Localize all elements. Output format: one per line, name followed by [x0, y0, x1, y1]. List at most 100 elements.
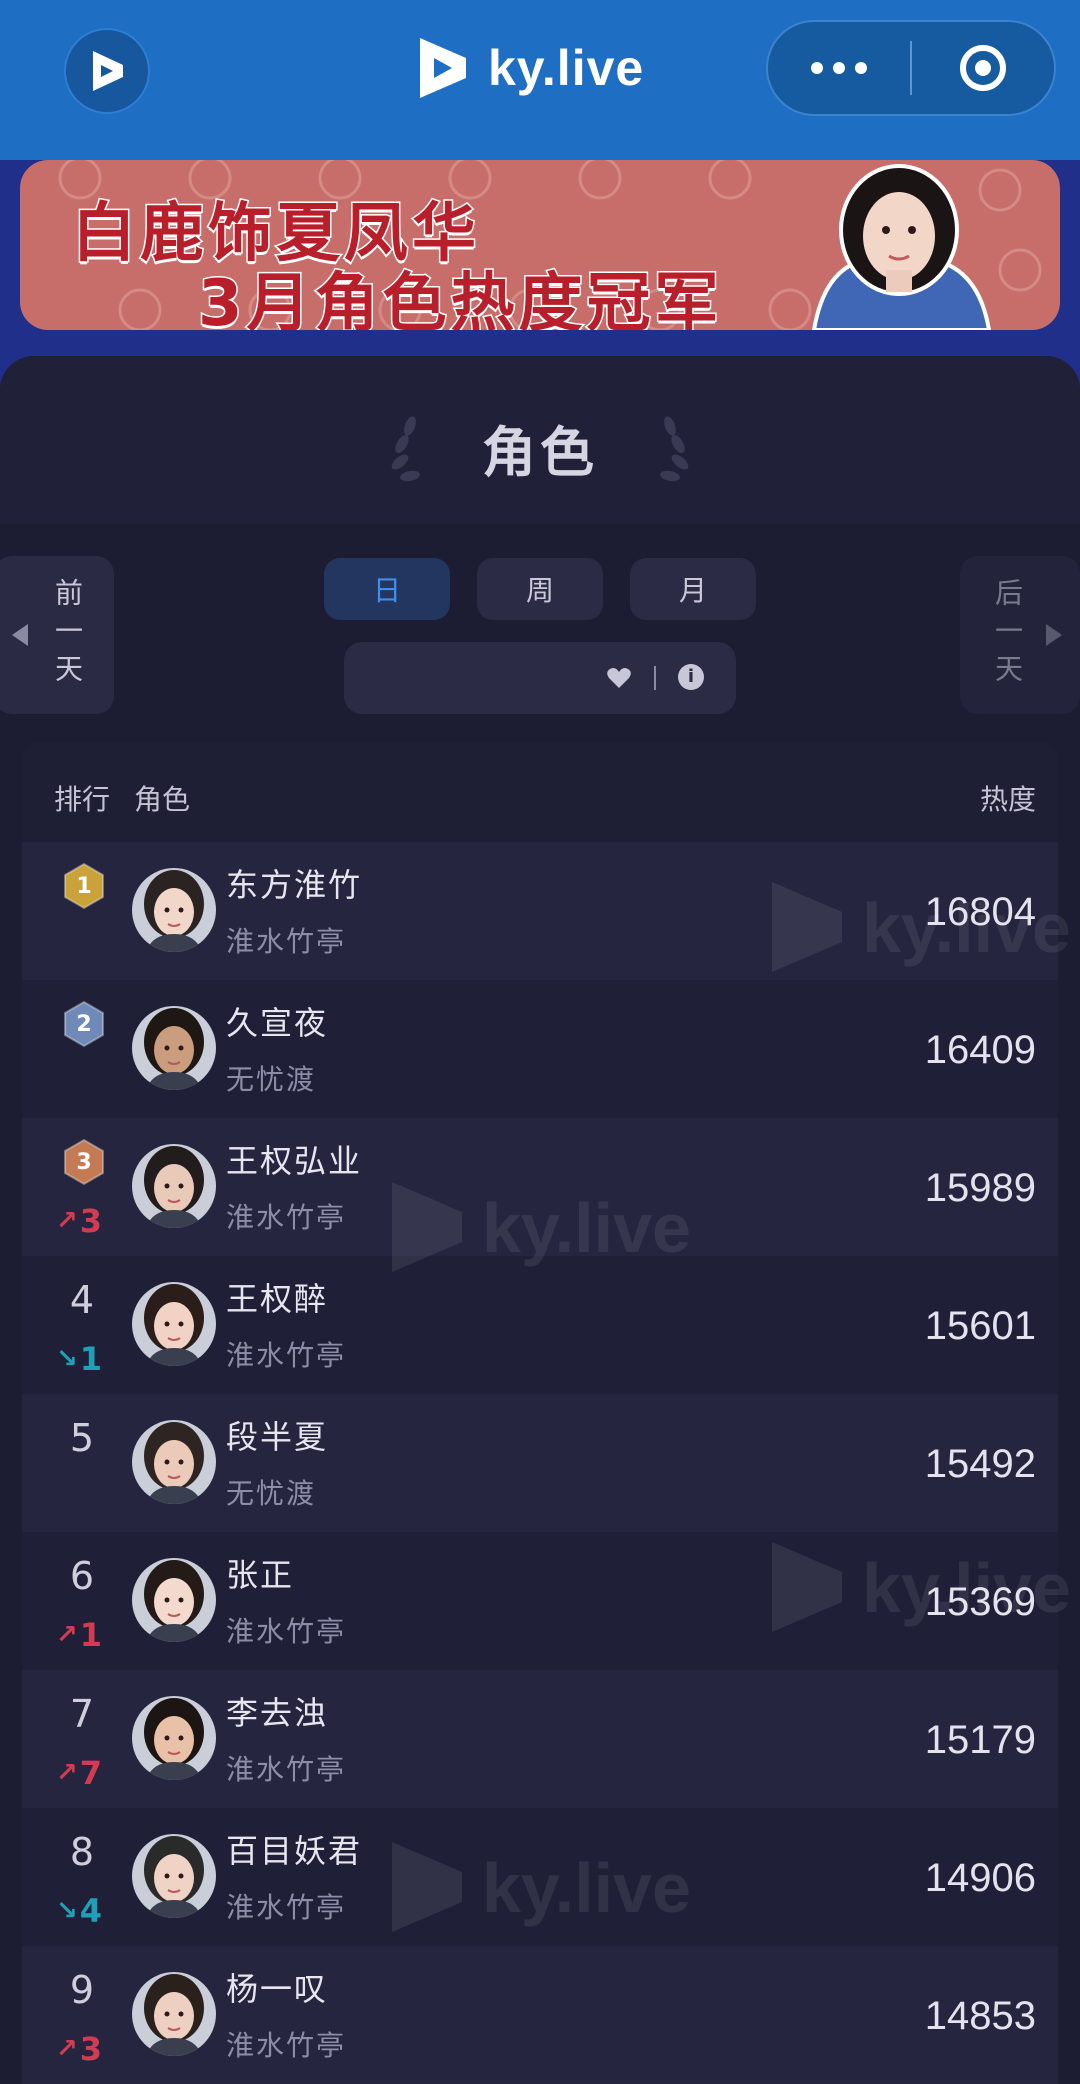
- role-name: 王权醉: [226, 1280, 329, 1318]
- rank-change-value: 7: [79, 1754, 103, 1792]
- prev-day-button[interactable]: 前一天: [0, 556, 114, 714]
- avatar: [132, 1972, 216, 2056]
- top-bar: ky.live: [0, 0, 1080, 160]
- more-dots-icon: [811, 62, 867, 74]
- table-header: 排行 角色 热度: [22, 742, 1058, 842]
- arrow-up-icon: ↗: [56, 2034, 78, 2064]
- rank-change-value: 3: [79, 2030, 103, 2068]
- rank-number: 4: [69, 1278, 95, 1322]
- next-day-label: 后一天: [991, 578, 1024, 692]
- role-name: 百目妖君: [226, 1832, 363, 1870]
- chevron-right-icon: [1046, 624, 1062, 646]
- portrait-image: [811, 164, 992, 330]
- avatar: [132, 1006, 216, 1090]
- arrow-up-icon: ↗: [56, 1758, 78, 1788]
- chevron-left-icon: [12, 624, 28, 646]
- next-day-button[interactable]: 后一天: [960, 556, 1080, 714]
- rank-change-value: 3: [79, 1202, 103, 1240]
- role-name: 杨一叹: [226, 1970, 329, 2008]
- table-row[interactable]: 3 ↗ 3 王权弘业 淮水竹亭 15989: [22, 1118, 1058, 1256]
- picker-divider: [654, 666, 656, 690]
- role-name: 段半夏: [226, 1418, 329, 1456]
- role-name: 东方淮竹: [226, 866, 363, 904]
- rank-change: ↘ 4: [56, 1892, 116, 1930]
- drama-title: 无忧渡: [226, 1063, 317, 1096]
- drama-title: 淮水竹亭: [226, 925, 347, 958]
- rank-change: ↗ 1: [56, 1616, 116, 1654]
- more-button[interactable]: [768, 22, 910, 114]
- rank-number: 9: [69, 1968, 95, 2012]
- rank-change-value: 4: [79, 1892, 103, 1930]
- ranking-table: 排行 角色 热度 1 东方淮竹 淮水竹亭 16804 2 久宣夜 无忧渡 16409 3 ↗ 3 王权…: [22, 742, 1071, 2084]
- avatar: [132, 1420, 216, 1504]
- avatar: [132, 868, 216, 952]
- mini-program-capsule: [766, 20, 1056, 116]
- rank-change: ↗ 3: [56, 2030, 116, 2068]
- heat-score: 15601: [924, 1304, 1036, 1348]
- header-heat: 热度: [979, 783, 1036, 816]
- date-picker[interactable]: i: [344, 642, 736, 714]
- drama-title: 淮水竹亭: [226, 1201, 347, 1234]
- table-row[interactable]: 9 ↗ 3 杨一叹 淮水竹亭 14853: [22, 1946, 1058, 2084]
- rank-number: 1: [76, 874, 91, 899]
- table-row[interactable]: 6 ↗ 1 张正 淮水竹亭 15369: [22, 1532, 1058, 1670]
- table-row[interactable]: 5 段半夏 无忧渡 15492: [22, 1394, 1058, 1532]
- table-row[interactable]: 2 久宣夜无忧渡 16409: [22, 980, 1058, 1118]
- brand: ky.live: [412, 30, 644, 106]
- rank-number: 8: [69, 1830, 95, 1874]
- promo-banner[interactable]: 白鹿饰夏凤华 3月角色热度冠军: [20, 160, 1060, 330]
- close-button[interactable]: [912, 22, 1054, 114]
- rank-medal-icon: 3: [64, 1138, 104, 1186]
- brand-name: ky.live: [488, 40, 645, 96]
- arrow-down-icon: ↘: [56, 1344, 78, 1374]
- rank-number: 2: [76, 1012, 91, 1037]
- header-rank: 排行: [54, 783, 111, 816]
- tab-day[interactable]: 日: [324, 558, 450, 620]
- role-name: 李去浊: [226, 1694, 329, 1732]
- target-ring-icon: [960, 45, 1006, 91]
- avatar: [132, 1282, 216, 1366]
- heat-score: 16409: [924, 1028, 1036, 1072]
- prev-day-label: 前一天: [51, 578, 84, 692]
- tab-month[interactable]: 月: [630, 558, 756, 620]
- brand-logo-icon: [420, 38, 466, 98]
- rank-number: 7: [69, 1692, 95, 1736]
- drama-title: 淮水竹亭: [226, 1891, 347, 1924]
- avatar: [132, 1834, 216, 1918]
- panel-title: 角色: [482, 421, 598, 484]
- rank-change-value: 1: [79, 1616, 103, 1654]
- play-logo-icon: [93, 51, 123, 91]
- table-row[interactable]: 8 ↘ 4 百目妖君淮水竹亭 14906: [22, 1808, 1058, 1946]
- rank-change: ↗ 7: [56, 1754, 116, 1792]
- rank-change: ↗ 3: [56, 1202, 116, 1240]
- app-logo-button[interactable]: [64, 28, 150, 114]
- role-name: 久宣夜: [226, 1004, 329, 1042]
- drama-title: 淮水竹亭: [226, 1615, 347, 1648]
- table-row[interactable]: 4 ↘ 1 王权醉淮水竹亭 15601: [22, 1256, 1058, 1394]
- info-icon[interactable]: i: [678, 664, 704, 690]
- tab-week[interactable]: 周: [477, 558, 603, 620]
- avatar: [132, 1558, 216, 1642]
- avatar: [132, 1144, 216, 1228]
- arrow-up-icon: ↗: [56, 1206, 78, 1236]
- header-role: 角色: [134, 783, 191, 816]
- avatar: [132, 1696, 216, 1780]
- table-row[interactable]: 7 ↗ 7 李去浊 淮水竹亭 15179: [22, 1670, 1058, 1808]
- role-name: 王权弘业: [226, 1142, 363, 1180]
- rank-medal-icon: 2: [64, 1000, 104, 1048]
- heat-score: 15989: [924, 1166, 1036, 1210]
- rank-medal-icon: 1: [64, 862, 104, 910]
- rank-number: 5: [69, 1416, 95, 1460]
- heat-score: 14906: [924, 1856, 1036, 1900]
- drama-title: 淮水竹亭: [226, 1339, 347, 1372]
- ranking-panel: 角色 前一天 后一天 日 周 月 i 排行 角色 热度 1 东方淮竹淮水竹亭 1 6 8…: [0, 356, 1080, 2084]
- role-name: 张正: [226, 1556, 295, 1594]
- drama-title: 淮水竹亭: [226, 1753, 347, 1786]
- drama-title: 淮水竹亭: [226, 2029, 347, 2062]
- heart-dropdown-icon: [607, 668, 631, 688]
- drama-title: 无忧渡: [226, 1477, 317, 1510]
- rank-number: 6: [69, 1554, 95, 1598]
- table-row[interactable]: 1 东方淮竹 淮水竹亭 16804: [22, 842, 1058, 980]
- rank-change: ↘ 1: [56, 1340, 116, 1378]
- banner-subheadline: 3月角色热度冠军: [197, 266, 723, 331]
